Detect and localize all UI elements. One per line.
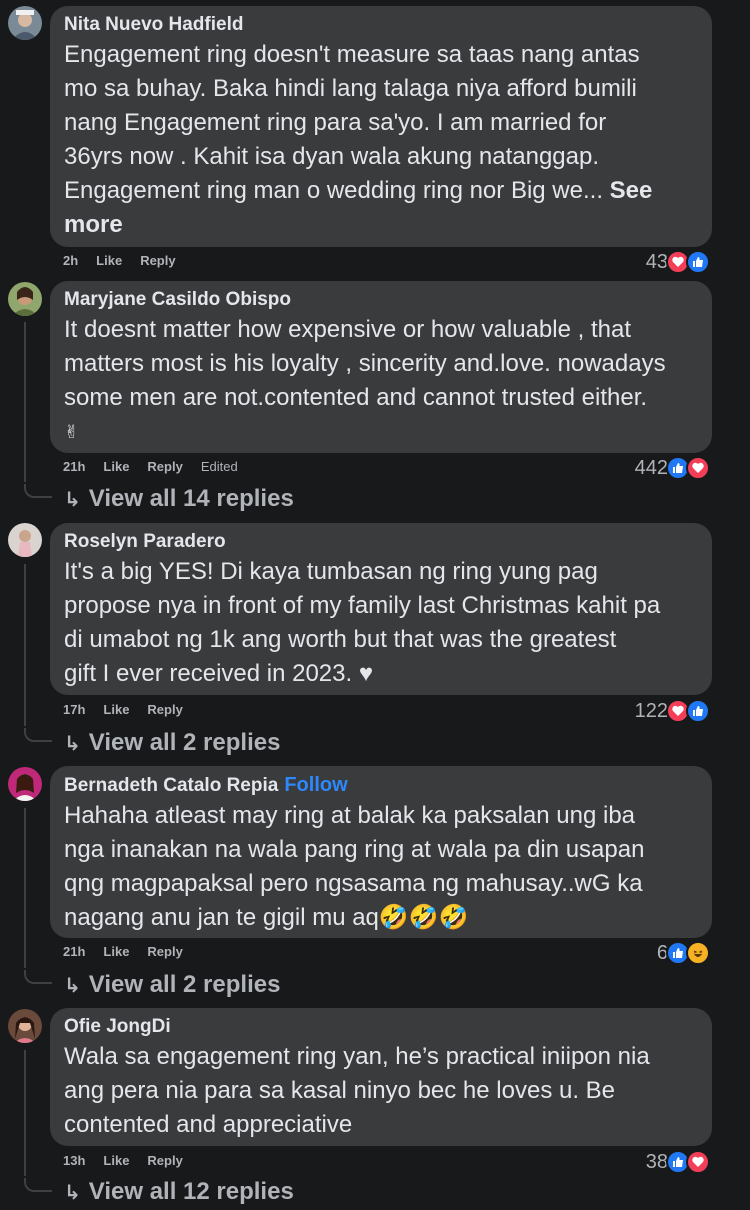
reaction-summary[interactable]: 6 xyxy=(657,941,710,965)
reaction-summary[interactable]: 38 xyxy=(646,1150,710,1174)
thread-line xyxy=(24,808,26,968)
comment-line: qng magpapaksal pero ngsasama ng mahusay… xyxy=(64,870,643,897)
view-replies-label: View all 12 replies xyxy=(88,1178,294,1205)
thread-connector xyxy=(24,970,52,984)
comment-text: It's a big YES! Di kaya tumbasan ng ring… xyxy=(64,555,698,691)
love-reaction-icon xyxy=(686,456,710,480)
view-replies-label: View all 14 replies xyxy=(88,485,294,512)
edited-label: Edited xyxy=(200,459,238,474)
haha-reaction-icon xyxy=(686,941,710,965)
comment-meta: 2h Like Reply xyxy=(63,253,176,268)
reply-arrow-icon: ↳ xyxy=(64,974,81,997)
comment-line: Engagement ring doesn't measure sa taas … xyxy=(64,41,640,68)
comment-text: Hahaha atleast may ring at balak ka paks… xyxy=(64,799,698,935)
view-replies-link[interactable]: ↳ View all 12 replies xyxy=(64,1178,294,1206)
thread-line xyxy=(24,1050,26,1176)
reaction-summary[interactable]: 43 xyxy=(646,250,710,274)
comment-bubble: Ofie JongDi Wala sa engagement ring yan,… xyxy=(50,1008,712,1146)
comment-line: contented and appreciative xyxy=(64,1111,353,1138)
thread-connector xyxy=(24,484,52,498)
thread-line xyxy=(24,564,26,726)
comment-time[interactable]: 13h xyxy=(63,1153,85,1168)
reaction-count: 442 xyxy=(634,456,668,479)
author-name[interactable]: Bernadeth Catalo Repia xyxy=(64,775,278,796)
comment-time[interactable]: 21h xyxy=(63,459,85,474)
comment-line: nga inanakan na wala pang ring at wala p… xyxy=(64,836,645,863)
reply-button[interactable]: Reply xyxy=(147,944,182,959)
avatar[interactable] xyxy=(8,523,42,557)
reply-arrow-icon: ↳ xyxy=(64,488,81,511)
thread-connector xyxy=(24,728,52,742)
comment-line: 36yrs now . Kahit isa dyan wala akung na… xyxy=(64,143,600,170)
reply-button[interactable]: Reply xyxy=(147,702,182,717)
comment-line: some men are not.contented and cannot tr… xyxy=(64,384,648,411)
comment-line: Hahaha atleast may ring at balak ka paks… xyxy=(64,802,636,829)
comment-time[interactable]: 21h xyxy=(63,944,85,959)
comment-line: gift I ever received in 2023. ♥ xyxy=(64,660,374,687)
view-replies-label: View all 2 replies xyxy=(88,729,281,756)
comment-bubble: Nita Nuevo Hadfield Engagement ring does… xyxy=(50,6,712,247)
avatar[interactable] xyxy=(8,6,42,40)
comment-text: Engagement ring doesn't measure sa taas … xyxy=(64,38,698,242)
comment-author[interactable]: Nita Nuevo Hadfield xyxy=(64,12,698,38)
like-button[interactable]: Like xyxy=(103,459,129,474)
reply-arrow-icon: ↳ xyxy=(64,732,81,755)
like-button[interactable]: Like xyxy=(103,1153,129,1168)
comment-meta: 13h Like Reply xyxy=(63,1153,183,1168)
comment-text: It doesnt matter how expensive or how va… xyxy=(64,313,698,449)
comment-time[interactable]: 17h xyxy=(63,702,85,717)
like-button[interactable]: Like xyxy=(96,253,122,268)
comment-line: nang Engagement ring para sa'yo. I am ma… xyxy=(64,109,607,136)
comment-line: Engagement ring man o wedding ring nor B… xyxy=(64,177,653,204)
thread-line xyxy=(24,322,26,482)
comment-bubble: Maryjane Casildo Obispo It doesnt matter… xyxy=(50,281,712,453)
reaction-count: 38 xyxy=(645,1150,668,1173)
avatar[interactable] xyxy=(8,282,42,316)
like-reaction-icon xyxy=(686,250,710,274)
view-replies-link[interactable]: ↳ View all 2 replies xyxy=(64,971,280,999)
like-button[interactable]: Like xyxy=(103,944,129,959)
comment-meta: 21h Like Reply xyxy=(63,944,183,959)
reply-button[interactable]: Reply xyxy=(147,459,182,474)
comment-line: ✌ xyxy=(64,422,80,442)
comment-author: Bernadeth Catalo Repia Follow xyxy=(64,772,698,799)
reply-button[interactable]: Reply xyxy=(147,1153,182,1168)
view-replies-label: View all 2 replies xyxy=(88,971,281,998)
like-button[interactable]: Like xyxy=(103,702,129,717)
avatar[interactable] xyxy=(8,767,42,801)
comment-line: Wala sa engagement ring yan, he’s practi… xyxy=(64,1043,650,1070)
view-replies-link[interactable]: ↳ View all 2 replies xyxy=(64,729,280,757)
comment-line: It's a big YES! Di kaya tumbasan ng ring… xyxy=(64,558,598,585)
see-more-link[interactable]: See xyxy=(610,177,653,204)
comment-line: ang pera nia para sa kasal ninyo bec he … xyxy=(64,1077,616,1104)
comment-time[interactable]: 2h xyxy=(63,253,78,268)
avatar[interactable] xyxy=(8,1009,42,1043)
comment-line: matters most is his loyalty , sincerity … xyxy=(64,350,666,377)
view-replies-link[interactable]: ↳ View all 14 replies xyxy=(64,485,294,513)
comment-author[interactable]: Roselyn Paradero xyxy=(64,529,698,555)
reaction-summary[interactable]: 122 xyxy=(635,699,710,723)
follow-button[interactable]: Follow xyxy=(284,774,347,796)
thread-connector xyxy=(24,1178,52,1192)
comment-meta: 21h Like Reply Edited xyxy=(63,459,238,474)
see-more-link[interactable]: more xyxy=(64,208,698,242)
comment-line: propose nya in front of my family last C… xyxy=(64,592,661,619)
reaction-count: 122 xyxy=(634,699,668,722)
reply-arrow-icon: ↳ xyxy=(64,1181,81,1204)
comment-line: nagang anu jan te gigil mu aq🤣🤣🤣 xyxy=(64,904,469,931)
reaction-summary[interactable]: 442 xyxy=(635,456,710,480)
comment-bubble: Roselyn Paradero It's a big YES! Di kaya… xyxy=(50,523,712,695)
comment-text: Wala sa engagement ring yan, he’s practi… xyxy=(64,1040,698,1142)
comment-line: di umabot ng 1k ang worth but that was t… xyxy=(64,626,617,653)
comment-line: mo sa buhay. Baka hindi lang talaga niya… xyxy=(64,75,637,102)
comment-author[interactable]: Maryjane Casildo Obispo xyxy=(64,287,698,313)
comment-author[interactable]: Ofie JongDi xyxy=(64,1014,698,1040)
reaction-count: 43 xyxy=(645,250,668,273)
comment-line: It doesnt matter how expensive or how va… xyxy=(64,316,631,343)
love-reaction-icon xyxy=(686,1150,710,1174)
reply-button[interactable]: Reply xyxy=(140,253,175,268)
like-reaction-icon xyxy=(686,699,710,723)
comment-bubble: Bernadeth Catalo Repia Follow Hahaha atle… xyxy=(50,766,712,938)
comment-meta: 17h Like Reply xyxy=(63,702,183,717)
